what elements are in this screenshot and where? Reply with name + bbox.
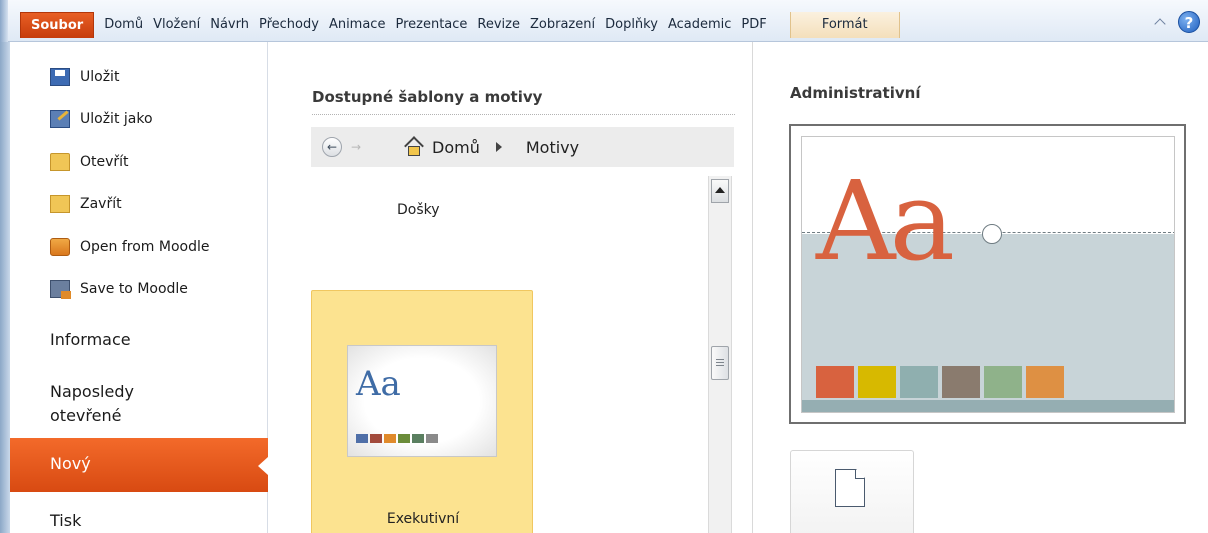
tab-slideshow[interactable]: Prezentace [390,12,472,38]
save-as-command[interactable]: Uložit jako [50,104,153,134]
thumbnail-color-swatches [356,434,438,443]
theme-preview: Aa [789,124,1186,424]
color-swatch [858,366,896,398]
save-as-icon [50,110,70,128]
close-label: Zavřít [80,196,122,212]
theme-gallery: Došky Aa Exekutivní [311,174,708,533]
close-folder-icon [50,195,70,213]
preview-title: Administrativní [790,84,921,102]
tab-design[interactable]: Návrh [205,12,254,38]
forward-arrow-icon[interactable]: → [346,137,366,157]
slide-circle-ornament [982,224,1002,244]
document-fold [855,469,865,479]
nav-recent[interactable]: Naposledy otevřené [50,380,134,428]
minimize-ribbon-icon[interactable] [1154,15,1168,29]
nav-recent-line2: otevřené [50,406,122,425]
color-swatch [942,366,980,398]
color-swatch [412,434,424,443]
color-swatch [1026,366,1064,398]
nav-print[interactable]: Tisk [50,509,81,533]
scrollbar-thumb[interactable] [711,346,729,380]
tab-transitions[interactable]: Přechody [254,12,324,38]
close-command[interactable]: Zavřít [50,189,122,219]
color-swatch [398,434,410,443]
theme-label-dosky[interactable]: Došky [397,202,440,218]
save-label: Uložit [80,69,120,85]
breadcrumb-home[interactable]: Domů [432,138,480,157]
window-frame-edge [0,0,8,42]
tab-format[interactable]: Formát [789,12,900,38]
tab-view[interactable]: Zobrazení [525,12,600,38]
open-from-moodle-label: Open from Moodle [80,239,210,255]
home-icon[interactable] [404,139,422,156]
ribbon-tab-bar: Soubor Domů Vložení Návrh Přechody Anima… [0,0,1208,42]
save-command[interactable]: Uložit [50,62,119,92]
color-swatch [370,434,382,443]
title-divider [312,114,735,115]
save-as-label: Uložit jako [80,111,153,127]
open-label: Otevřít [80,154,129,170]
preview-slide: Aa [801,136,1175,413]
tab-insert[interactable]: Vložení [148,12,205,38]
theme-tile-executive[interactable]: Aa Exekutivní [311,290,533,533]
save-icon [50,68,70,86]
color-swatch [426,434,438,443]
open-folder-icon [50,153,70,171]
gallery-scrollbar[interactable] [708,176,732,533]
tab-academic[interactable]: Academic [663,12,736,38]
help-icon[interactable]: ? [1178,11,1200,33]
preview-color-swatches [816,366,1064,398]
breadcrumb-bar: ← → Domů Motivy [311,127,734,167]
open-from-moodle-command[interactable]: Open from Moodle [50,232,209,262]
nav-recent-line1: Naposledy [50,382,134,401]
preview-sample-text: Aa [816,157,955,285]
nav-new[interactable]: Nový [10,438,268,492]
theme-thumbnail: Aa [347,345,497,457]
tab-home[interactable]: Domů [99,12,148,38]
ribbon-tabs: Soubor Domů Vložení Návrh Přechody Anima… [20,12,900,40]
breadcrumb-themes[interactable]: Motivy [526,138,579,157]
save-to-moodle-command[interactable]: Save to Moodle [50,274,188,304]
panel-divider [752,42,753,533]
available-templates-title: Dostupné šablony a motivy [312,88,543,106]
slide-bottom-strip [802,400,1174,412]
tab-pdf[interactable]: PDF [736,12,771,38]
tab-animations[interactable]: Animace [324,12,391,38]
color-swatch [384,434,396,443]
color-swatch [984,366,1022,398]
scroll-up-icon[interactable] [711,179,729,203]
tab-addins[interactable]: Doplňky [600,12,663,38]
save-to-moodle-label: Save to Moodle [80,281,188,297]
moodle-open-icon [50,238,70,256]
backstage-frame-edge [0,42,10,533]
ribbon-controls: ? [1154,11,1200,33]
open-command[interactable]: Otevřít [50,147,129,177]
color-swatch [356,434,368,443]
tab-review[interactable]: Revize [472,12,525,38]
chevron-right-icon[interactable] [495,142,502,152]
nav-info[interactable]: Informace [50,328,131,352]
color-swatch [900,366,938,398]
thumbnail-sample-text: Aa [356,364,401,404]
color-swatch [816,366,854,398]
tab-file[interactable]: Soubor [20,12,95,38]
moodle-save-icon [50,280,71,299]
back-arrow-icon[interactable]: ← [322,137,342,157]
theme-label-executive: Exekutivní [386,511,460,527]
create-blank-button[interactable] [790,450,914,533]
